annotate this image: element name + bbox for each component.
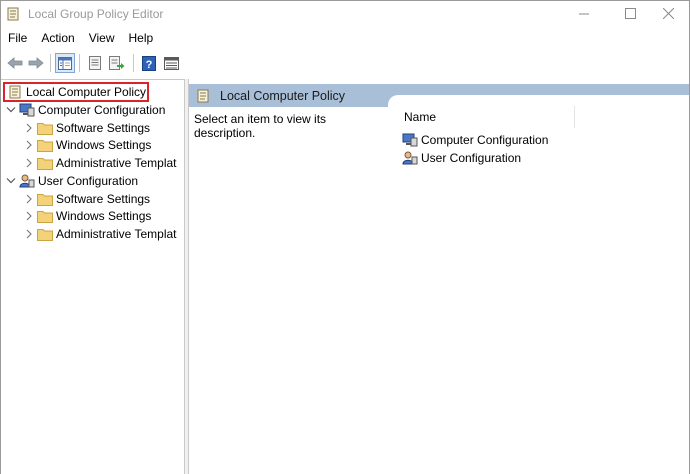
column-header-name[interactable]: Name	[404, 110, 436, 124]
svg-text:?: ?	[146, 59, 153, 71]
tree-item-local-computer-policy[interactable]: Local Computer Policy	[3, 82, 149, 102]
help-icon[interactable]: ?	[139, 53, 159, 73]
tree-item-label: User Configuration	[38, 174, 139, 188]
tree-item-computer-configuration[interactable]: Computer Configuration	[5, 101, 165, 119]
column-separator[interactable]	[574, 106, 575, 128]
policy-document-icon	[197, 89, 210, 103]
extended-view-icon[interactable]	[161, 53, 181, 73]
description-area: Select an item to view its description.	[189, 107, 388, 474]
toolbar: ?	[1, 51, 689, 76]
app-window: Local Group Policy Editor File Action Vi…	[0, 0, 690, 474]
list-item-label: Computer Configuration	[421, 133, 549, 147]
description-text: Select an item to view its description.	[194, 112, 327, 140]
chevron-right-icon[interactable]	[23, 139, 35, 151]
export-list-icon[interactable]	[107, 53, 127, 73]
minimize-button[interactable]	[561, 1, 607, 26]
forward-arrow-icon[interactable]	[26, 53, 46, 73]
tree-item-label: Windows Settings	[56, 138, 152, 152]
tree-pane: Local Computer Policy Computer Configura…	[1, 79, 185, 474]
chevron-right-icon[interactable]	[23, 193, 35, 205]
title-bar: Local Group Policy Editor	[1, 1, 689, 26]
properties-icon[interactable]	[85, 53, 105, 73]
tree-item-label: Software Settings	[56, 192, 151, 206]
menu-help[interactable]: Help	[122, 28, 161, 50]
back-arrow-icon[interactable]	[5, 53, 25, 73]
tree-item-label: Local Computer Policy	[26, 85, 147, 99]
tree-item-label: Windows Settings	[56, 209, 152, 223]
folder-icon	[37, 227, 53, 241]
tree-item-label: Software Settings	[56, 121, 151, 135]
chevron-right-icon[interactable]	[23, 122, 35, 134]
close-button[interactable]	[645, 1, 690, 26]
list-item-user-configuration[interactable]: User Configuration	[402, 149, 521, 167]
tree-item-software-settings[interactable]: Software Settings	[23, 119, 150, 137]
menu-bar: File Action View Help	[1, 28, 689, 50]
list-item-computer-configuration[interactable]: Computer Configuration	[402, 131, 548, 149]
toolbar-separator	[79, 54, 80, 72]
chevron-right-icon[interactable]	[23, 157, 35, 169]
folder-icon	[37, 156, 53, 170]
chevron-right-icon[interactable]	[23, 228, 35, 240]
window-title: Local Group Policy Editor	[28, 7, 164, 21]
details-pane: Local Computer Policy Select an item to …	[189, 79, 689, 474]
computer-config-icon	[402, 133, 418, 147]
tree-item-windows-settings[interactable]: Windows Settings	[23, 207, 151, 225]
tree-item-label: Computer Configuration	[38, 103, 166, 117]
tree-item-software-settings[interactable]: Software Settings	[23, 190, 150, 208]
policy-document-icon	[7, 7, 20, 21]
folder-icon	[37, 138, 53, 152]
user-config-icon	[402, 151, 418, 165]
folder-icon	[37, 209, 53, 223]
tree-item-windows-settings[interactable]: Windows Settings	[23, 136, 151, 154]
toolbar-separator	[50, 54, 51, 72]
chevron-down-icon[interactable]	[5, 104, 17, 116]
list-item-label: User Configuration	[421, 151, 522, 165]
details-header-title: Local Computer Policy	[220, 88, 346, 103]
chevron-down-icon[interactable]	[5, 175, 17, 187]
menu-action[interactable]: Action	[34, 28, 81, 50]
tree-item-administrative-templates[interactable]: Administrative Templat	[23, 225, 177, 243]
folder-icon	[37, 121, 53, 135]
toolbar-separator	[133, 54, 134, 72]
tree-item-label: Administrative Templat	[56, 156, 177, 170]
folder-icon	[37, 192, 53, 206]
tree-item-user-configuration[interactable]: User Configuration	[5, 172, 138, 190]
show-hide-tree-icon[interactable]	[55, 53, 75, 73]
menu-view[interactable]: View	[82, 28, 122, 50]
computer-config-icon	[19, 103, 35, 117]
tree-item-label: Administrative Templat	[56, 227, 177, 241]
user-config-icon	[19, 174, 35, 188]
policy-document-icon	[7, 85, 23, 99]
tree-item-administrative-templates[interactable]: Administrative Templat	[23, 154, 177, 172]
item-list: Name Computer Configuration User Configu…	[388, 95, 689, 474]
chevron-right-icon[interactable]	[23, 210, 35, 222]
menu-file[interactable]: File	[1, 28, 34, 50]
